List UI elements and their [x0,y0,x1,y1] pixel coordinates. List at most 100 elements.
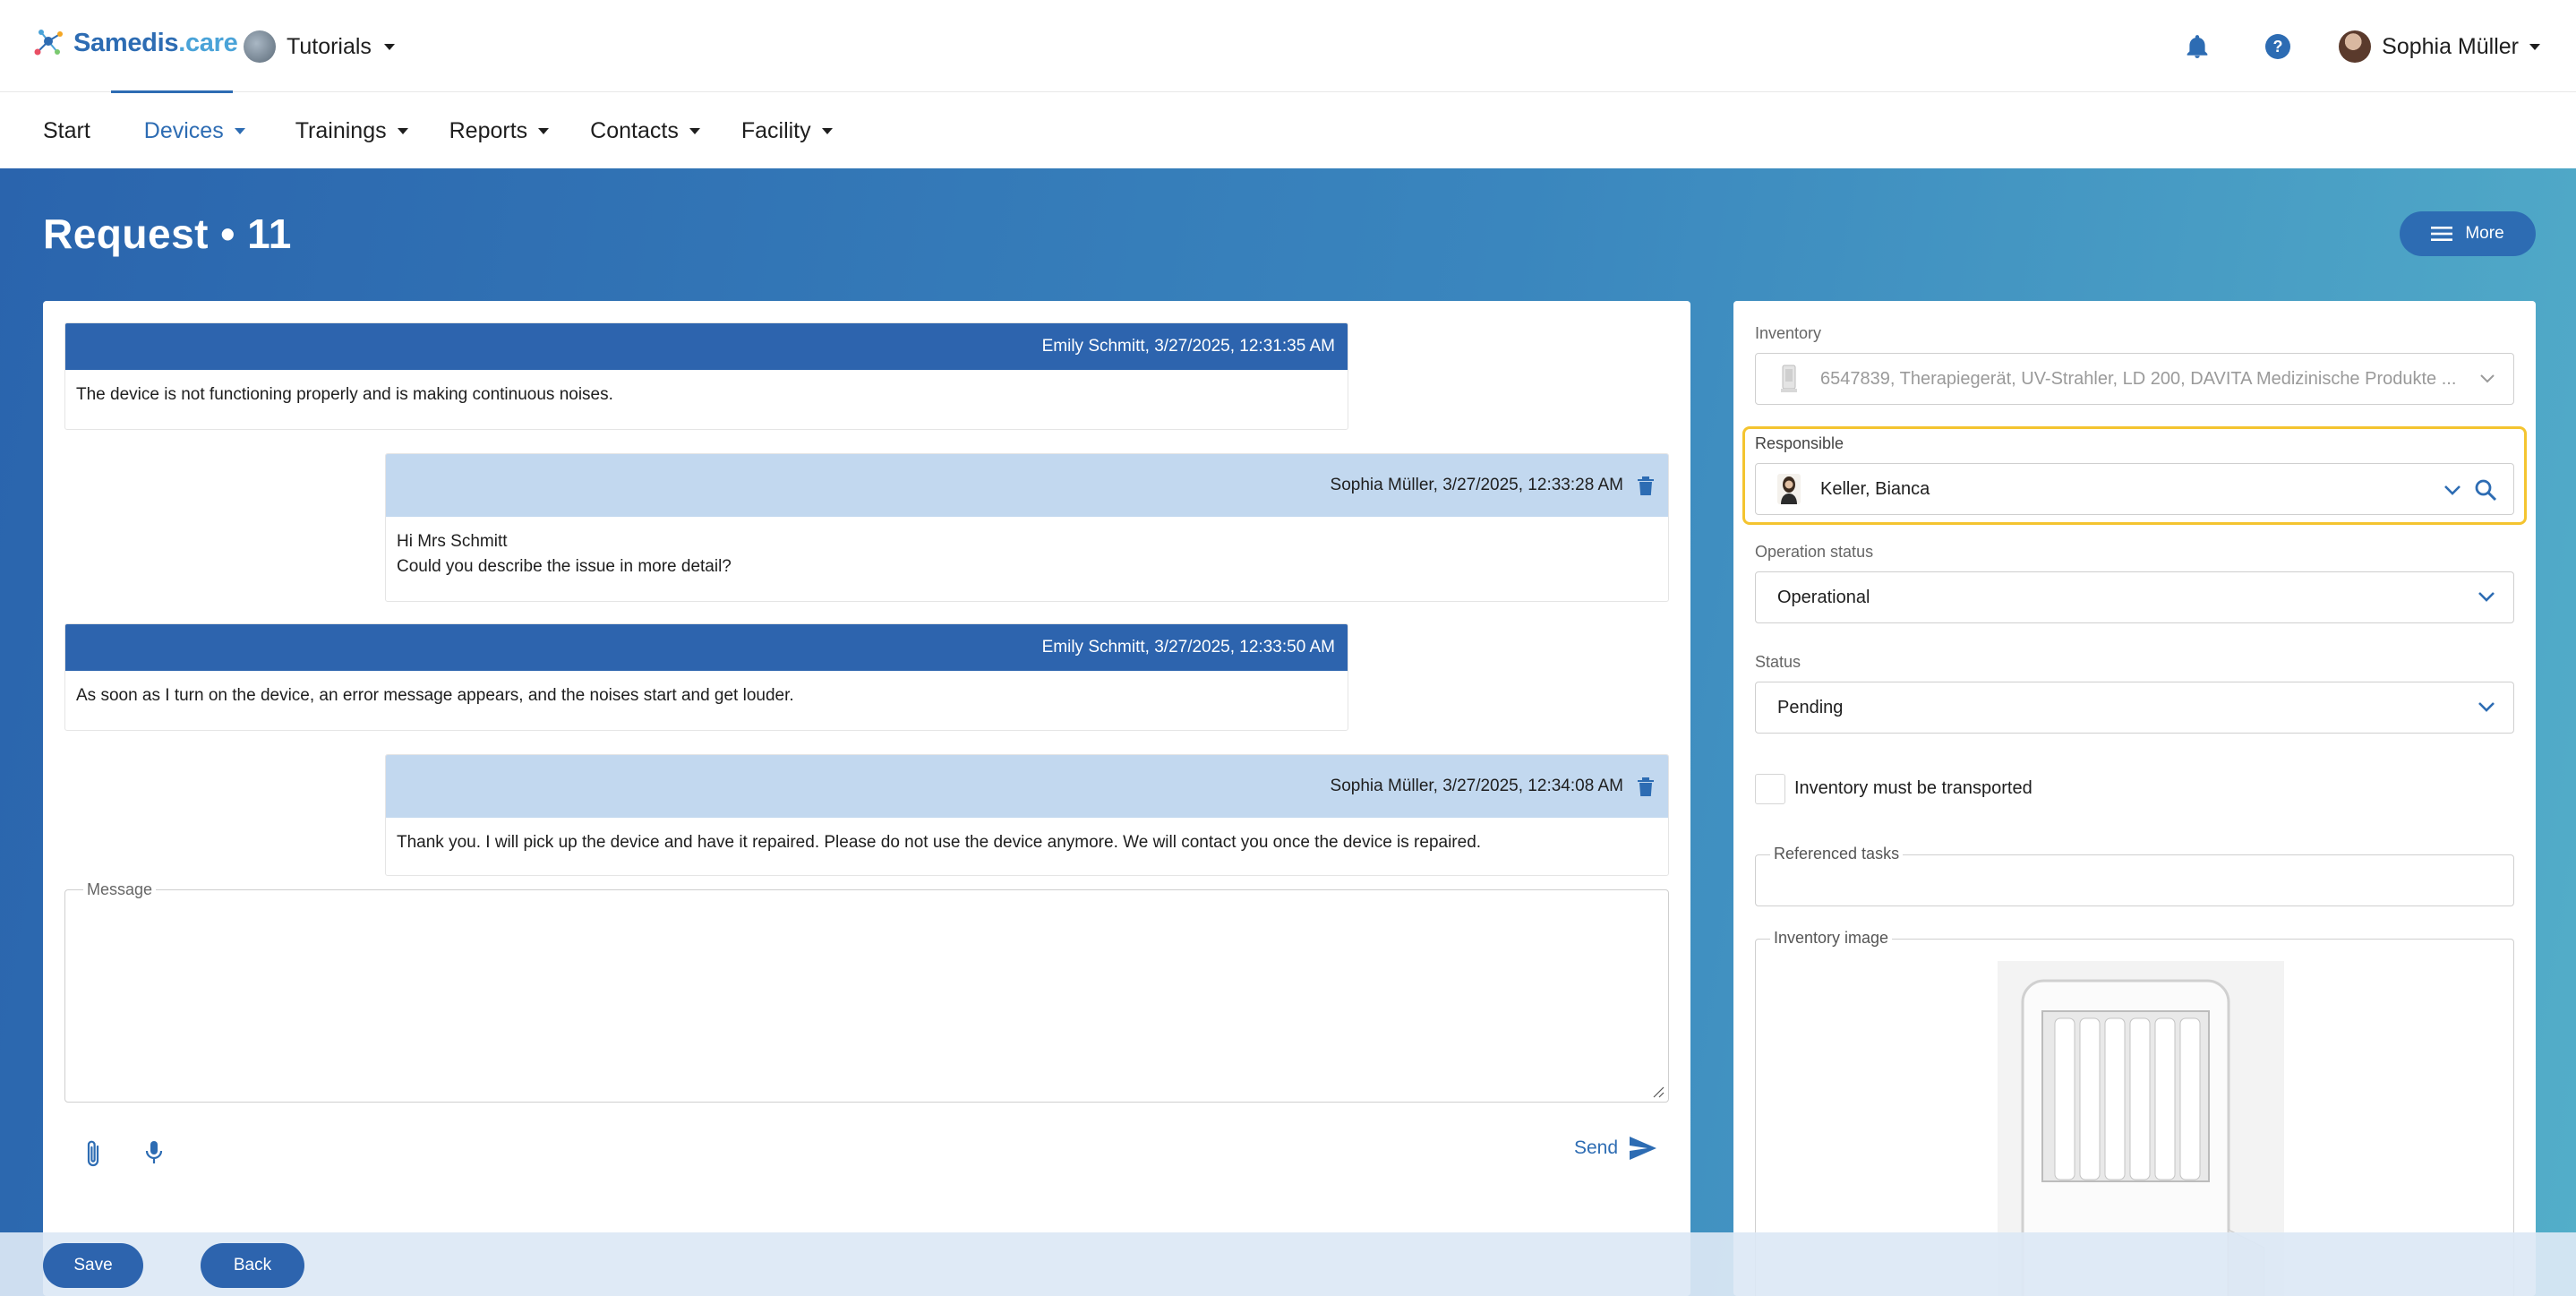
chevron-down-icon [2480,374,2495,383]
message-input-label: Message [83,880,157,899]
nav-contacts[interactable]: Contacts [590,118,700,144]
operation-status-value: Operational [1777,587,1870,607]
notifications-button[interactable] [2178,27,2217,66]
chevron-down-icon [397,127,408,134]
message-body: Thank you. I will pick up the device and… [386,818,1668,868]
page-title: Request • 11 [43,210,292,257]
referenced-tasks-field[interactable]: Referenced tasks [1755,845,2514,906]
back-label: Back [233,1256,272,1275]
attach-button[interactable] [82,1139,104,1174]
inventory-label: Inventory [1755,324,1822,342]
more-label: More [2465,224,2504,243]
message-text: Thank you. I will pick up the device and… [397,833,1482,852]
responsible-label: Responsible [1755,434,1844,452]
operation-status-select[interactable]: Operational [1755,571,2514,623]
main-nav: Start Devices Trainings Reports Contacts… [0,93,2576,168]
nav-devices[interactable]: Devices [144,118,245,144]
brand-name: Samedis [73,28,179,57]
inventory-value: 6547839, Therapiegerät, UV-Strahler, LD … [1820,368,2457,389]
operation-status-label: Operation status [1755,543,1874,561]
referenced-tasks-label: Referenced tasks [1770,845,1904,863]
inventory-select: 6547839, Therapiegerät, UV-Strahler, LD … [1755,353,2514,405]
delete-message-button[interactable] [1636,776,1656,797]
device-thumbnail [1781,365,1797,392]
user-avatar [2339,30,2372,63]
request-details-panel: Inventory 6547839, Therapiegerät, UV-Str… [1733,301,2536,1296]
chevron-down-icon [383,43,395,50]
chevron-down-icon [234,127,245,134]
message-received: Emily Schmitt, 3/27/2025, 12:31:35 AM Th… [64,322,1348,430]
send-button[interactable]: Send [1574,1136,1657,1161]
voice-input-button[interactable] [143,1139,165,1171]
chevron-down-icon [538,127,550,134]
microphone-icon [145,1141,163,1163]
responsible-select[interactable]: Keller, Bianca [1755,463,2514,515]
nav-contacts-label: Contacts [590,117,679,143]
send-icon [1630,1137,1657,1160]
bell-icon [2187,35,2208,58]
more-button[interactable]: More [2400,211,2536,256]
chevron-down-icon [2478,592,2495,602]
message-text: Hi Mrs Schmitt [397,532,508,551]
paperclip-icon [87,1140,99,1167]
tenant-avatar [244,30,276,63]
back-button[interactable]: Back [201,1243,304,1288]
nav-reports-label: Reports [449,117,528,143]
app-logo[interactable]: Samedis.care [30,25,238,61]
message-author: Emily Schmitt, 3/27/2025, 12:33:50 AM [1041,638,1335,657]
top-bar: Samedis.care Tutorials ? Sophia Müller [0,0,2576,92]
save-button[interactable]: Save [43,1243,143,1288]
nav-facility-label: Facility [740,117,811,143]
message-received: Emily Schmitt, 3/27/2025, 12:33:50 AM As… [64,623,1348,731]
nav-facility[interactable]: Facility [741,118,833,144]
nav-reports[interactable]: Reports [449,118,550,144]
status-label: Status [1755,653,1801,671]
chevron-down-icon [2478,702,2495,712]
nav-start-label: Start [43,117,90,143]
message-header: Emily Schmitt, 3/27/2025, 12:33:50 AM [65,624,1348,671]
logo-mark-icon [34,30,63,56]
brand-domain: .care [178,28,238,57]
message-author: Sophia Müller, 3/27/2025, 12:34:08 AM [1330,777,1623,795]
chevron-down-icon [689,127,700,134]
message-author: Sophia Müller, 3/27/2025, 12:33:28 AM [1330,476,1623,494]
trash-icon [1638,476,1654,495]
nav-devices-label: Devices [143,117,224,143]
help-icon: ? [2265,34,2291,59]
help-button[interactable]: ? [2258,27,2298,66]
transport-checkbox[interactable] [1755,774,1785,804]
chevron-down-icon[interactable] [2443,484,2461,496]
save-label: Save [73,1256,113,1275]
menu-icon [2431,227,2453,241]
action-bar: Save Back [0,1232,2576,1296]
message-input[interactable]: Message [64,880,1669,1103]
nav-start[interactable]: Start [43,118,90,144]
message-text: Could you describe the issue in more det… [397,557,732,576]
message-text: As soon as I turn on the device, an erro… [76,686,794,705]
message-sent: Sophia Müller, 3/27/2025, 12:33:28 AM Hi… [385,453,1669,602]
status-select[interactable]: Pending [1755,682,2514,734]
trash-icon [1638,777,1654,796]
message-body: Hi Mrs Schmitt Could you describe the is… [386,517,1668,592]
message-text: The device is not functioning properly a… [76,385,613,404]
send-label: Send [1574,1137,1619,1158]
tenant-switcher[interactable]: Tutorials [244,30,395,63]
svg-text:?: ? [2273,38,2283,56]
nav-trainings[interactable]: Trainings [295,118,408,144]
message-header: Emily Schmitt, 3/27/2025, 12:31:35 AM [65,323,1348,370]
status-value: Pending [1777,697,1844,717]
message-body: The device is not functioning properly a… [65,370,1348,420]
inventory-image-label: Inventory image [1770,929,1893,948]
search-icon[interactable] [2474,478,2497,502]
chevron-down-icon [2529,43,2540,50]
nav-trainings-label: Trainings [295,117,387,143]
delete-message-button[interactable] [1636,475,1656,496]
message-header: Sophia Müller, 3/27/2025, 12:33:28 AM [386,454,1668,517]
message-header: Sophia Müller, 3/27/2025, 12:34:08 AM [386,755,1668,818]
tenant-name: Tutorials [287,33,372,59]
transport-label: Inventory must be transported [1794,778,2033,798]
resize-handle-icon[interactable] [1650,1084,1665,1098]
user-name: Sophia Müller [2382,33,2519,59]
user-menu[interactable]: Sophia Müller [2339,30,2540,63]
responsible-avatar [1777,474,1801,504]
